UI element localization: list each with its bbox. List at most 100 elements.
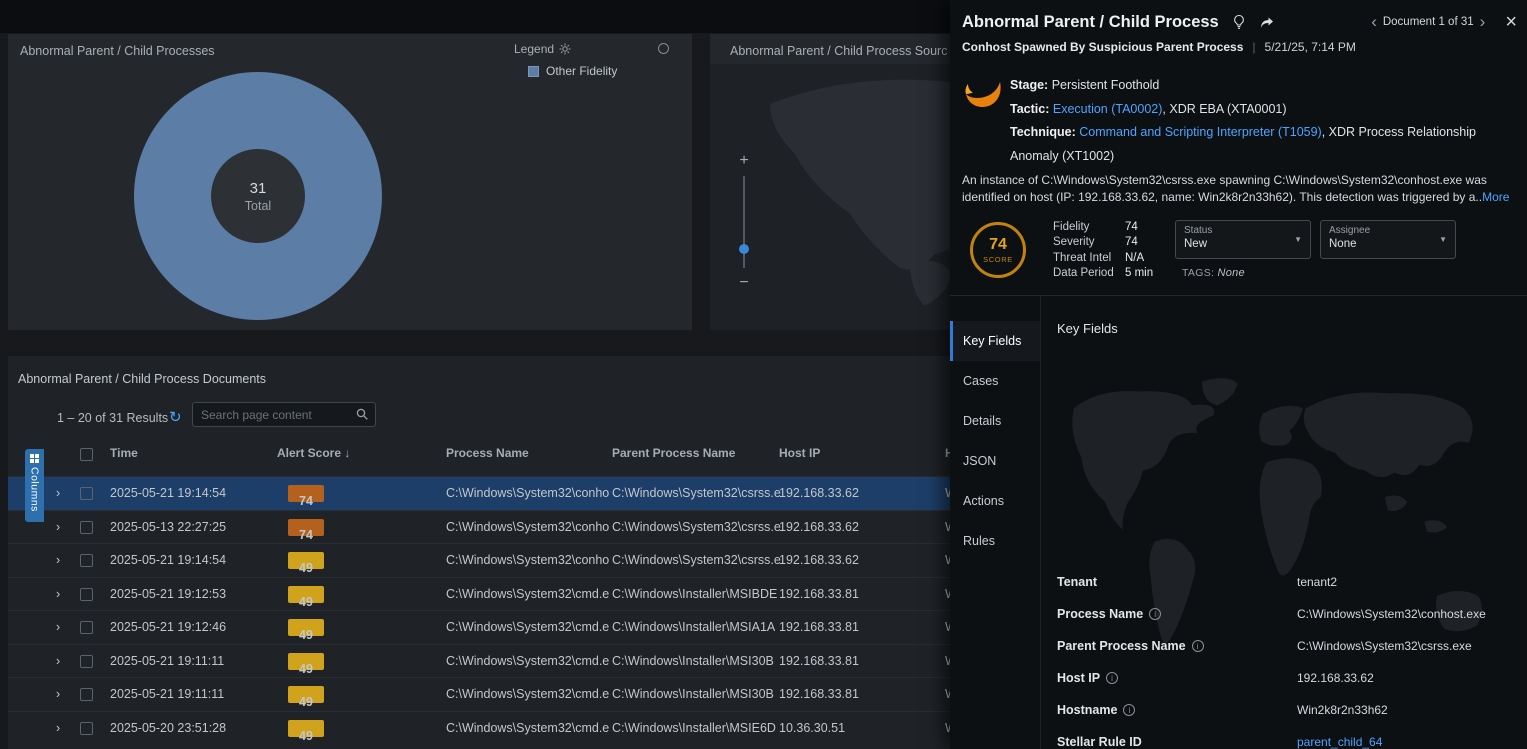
cell-parent-process-name: C:\Windows\Installer\MSI30B (612, 678, 774, 712)
row-checkbox[interactable] (80, 487, 93, 500)
search-input[interactable] (192, 402, 376, 427)
alert-score-badge: 49 (288, 619, 324, 636)
columns-button[interactable]: Columns (25, 449, 44, 522)
assignee-dropdown[interactable]: Assignee None ▼ (1320, 220, 1456, 259)
chart-legend: Legend Other Fidelity (514, 42, 617, 78)
key-field-row: Hostnamei Win2k8r2n33h62 (1057, 694, 1519, 726)
cell-process-name: C:\Windows\System32\cmd.e (446, 645, 609, 679)
row-checkbox[interactable] (80, 554, 93, 567)
legend-label: Legend (514, 42, 554, 56)
row-expand-icon[interactable]: › (56, 544, 60, 578)
zoom-out-button[interactable]: − (734, 274, 754, 292)
tab-json[interactable]: JSON (950, 441, 1040, 481)
row-checkbox[interactable] (80, 655, 93, 668)
tags-value: None (1217, 267, 1245, 279)
zoom-slider-knob[interactable] (739, 244, 749, 254)
refresh-icon[interactable]: ↻ (169, 408, 182, 426)
donut-chart[interactable]: 31 Total (126, 64, 390, 328)
field-value: 192.168.33.62 (1297, 671, 1374, 685)
search-icon[interactable] (355, 407, 369, 421)
row-expand-icon[interactable]: › (56, 477, 60, 511)
tactic-link[interactable]: Execution (TA0002) (1053, 102, 1163, 116)
detail-subheader: Conhost Spawned By Suspicious Parent Pro… (962, 40, 1356, 54)
field-value: tenant2 (1297, 575, 1337, 589)
search-box (192, 402, 376, 427)
panel-options-icon[interactable] (658, 43, 669, 54)
column-header-host-ip[interactable]: Host IP (779, 446, 820, 460)
cell-time: 2025-05-21 19:14:54 (110, 477, 226, 511)
cell-process-name: C:\Windows\System32\cmd.e (446, 678, 609, 712)
key-field-row: Stellar Rule ID parent_child_64 (1057, 726, 1519, 749)
row-checkbox[interactable] (80, 722, 93, 735)
map-zoom-control: + − (734, 152, 754, 292)
row-expand-icon[interactable]: › (56, 678, 60, 712)
legend-item-other-fidelity[interactable]: Other Fidelity (528, 64, 617, 78)
app-root: Abnormal Parent / Child Processes Legend (0, 0, 1527, 749)
row-expand-icon[interactable]: › (56, 611, 60, 645)
field-value: C:\Windows\System32\conhost.exe (1297, 607, 1486, 621)
key-field-row: Process Namei C:\Windows\System32\conhos… (1057, 598, 1519, 630)
zoom-in-button[interactable]: + (734, 152, 754, 170)
row-checkbox[interactable] (80, 688, 93, 701)
alert-score-badge: 49 (288, 686, 324, 703)
column-header-time[interactable]: Time (110, 446, 138, 460)
alert-score-badge: 49 (288, 720, 324, 737)
more-link[interactable]: More (1482, 190, 1509, 204)
cell-host-ip: 10.36.30.51 (779, 712, 845, 746)
select-all-checkbox[interactable] (80, 448, 93, 461)
technique-link[interactable]: Command and Scripting Interpreter (T1059… (1079, 125, 1321, 139)
row-expand-icon[interactable]: › (56, 645, 60, 679)
row-expand-icon[interactable]: › (56, 578, 60, 612)
zoom-slider[interactable] (743, 176, 745, 268)
tab-rules[interactable]: Rules (950, 521, 1040, 561)
info-icon[interactable]: i (1123, 704, 1135, 716)
row-expand-icon[interactable]: › (56, 712, 60, 746)
column-header-process-name[interactable]: Process Name (446, 446, 529, 460)
chevron-down-icon[interactable]: ▼ (1294, 235, 1302, 244)
panel-title: Abnormal Parent / Child Processes (20, 44, 215, 58)
cell-process-name: C:\Windows\System32\cmd.e (446, 712, 609, 746)
stage-line: Stage: Persistent Foothold (1010, 74, 1522, 98)
key-field-row: Tenant tenant2 (1057, 566, 1519, 598)
column-header-parent-process-name[interactable]: Parent Process Name (612, 446, 735, 460)
next-document-icon[interactable]: › (1474, 12, 1492, 32)
cell-host-ip: 192.168.33.81 (779, 611, 859, 645)
cell-parent-process-name: C:\Windows\Installer\MSIE6D (612, 712, 776, 746)
tab-cases[interactable]: Cases (950, 361, 1040, 401)
row-checkbox[interactable] (80, 521, 93, 534)
info-icon[interactable]: i (1192, 640, 1204, 652)
tab-actions[interactable]: Actions (950, 481, 1040, 521)
detail-title: Abnormal Parent / Child Process (962, 13, 1219, 32)
tags-row: TAGS: None (1182, 267, 1245, 279)
tab-key-fields[interactable]: Key Fields (950, 321, 1040, 361)
row-expand-icon[interactable]: › (56, 511, 60, 545)
cell-time: 2025-05-21 19:14:54 (110, 544, 226, 578)
chevron-down-icon[interactable]: ▼ (1439, 235, 1447, 244)
cell-parent-process-name: C:\Windows\Installer\MSI30B (612, 645, 774, 679)
close-icon[interactable]: × (1505, 11, 1517, 34)
tab-details[interactable]: Details (950, 401, 1040, 441)
donut-chart-panel: Abnormal Parent / Child Processes Legend (8, 34, 692, 330)
cell-host-ip: 192.168.33.62 (779, 511, 859, 545)
sort-desc-icon[interactable]: ↓ (344, 446, 350, 460)
status-dropdown[interactable]: Status New ▼ (1175, 220, 1311, 259)
score-label: SCORE (983, 255, 1013, 264)
panel-title: Abnormal Parent / Child Process Sourc (730, 44, 947, 58)
cell-host-ip: 192.168.33.62 (779, 477, 859, 511)
cell-host-ip: 192.168.33.81 (779, 645, 859, 679)
share-icon[interactable] (1259, 15, 1275, 30)
row-checkbox[interactable] (80, 588, 93, 601)
cell-host-ip: 192.168.33.81 (779, 578, 859, 612)
info-icon[interactable]: i (1106, 672, 1118, 684)
cell-parent-process-name: C:\Windows\Installer\MSIA1A (612, 611, 775, 645)
info-icon[interactable]: i (1149, 608, 1161, 620)
column-header-alert-score[interactable]: Alert Score ↓ (277, 446, 350, 460)
technique-line: Technique: Command and Scripting Interpr… (1010, 121, 1522, 168)
lightbulb-icon[interactable] (1231, 14, 1247, 30)
cell-time: 2025-05-21 19:12:53 (110, 578, 226, 612)
row-checkbox[interactable] (80, 621, 93, 634)
field-value-link[interactable]: parent_child_64 (1297, 735, 1382, 749)
gear-icon[interactable] (559, 43, 571, 55)
cell-process-name: C:\Windows\System32\conho (446, 544, 609, 578)
previous-document-icon[interactable]: ‹ (1365, 12, 1383, 32)
